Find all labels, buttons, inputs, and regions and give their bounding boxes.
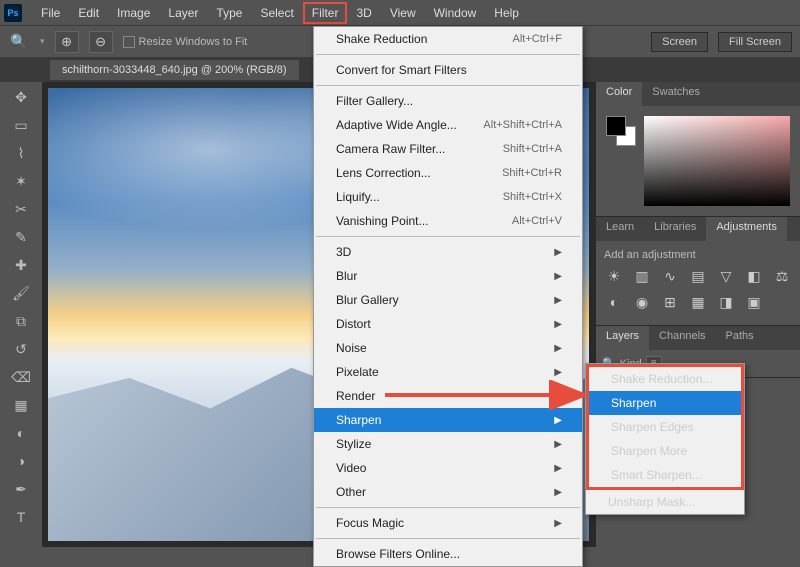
eraser-tool-icon[interactable]: ⌫ [8,366,34,388]
sharpen-more[interactable]: Sharpen More [589,439,741,463]
filter-other[interactable]: Other▶ [314,480,582,504]
sharpen-edges[interactable]: Sharpen Edges [589,415,741,439]
tab-color[interactable]: Color [596,82,642,106]
zoom-in-button[interactable]: ⊕ [55,31,79,53]
menu-layer[interactable]: Layer [159,2,207,24]
gradient-tool-icon[interactable]: ▦ [8,394,34,416]
menu-view[interactable]: View [381,2,425,24]
foreground-color-swatch[interactable] [606,116,626,136]
menu-help[interactable]: Help [485,2,528,24]
menu-type[interactable]: Type [207,2,251,24]
fg-bg-swatch[interactable] [606,116,636,146]
fill-screen-button[interactable]: Fill Screen [718,32,792,52]
hue-icon[interactable]: ◧ [744,267,764,285]
resize-windows-checkbox[interactable]: Resize Windows to Fit [123,36,248,48]
tab-adjustments[interactable]: Adjustments [706,217,787,241]
filter-camera-raw[interactable]: Camera Raw Filter...Shift+Ctrl+A [314,137,582,161]
tab-layers[interactable]: Layers [596,326,649,350]
menu-edit[interactable]: Edit [69,2,108,24]
zoom-out-button[interactable]: ⊖ [89,31,113,53]
posterize-icon[interactable]: ▣ [744,293,764,311]
toolbox: ✥ ▭ ⌇ ✶ ✂ ✎ ✚ 🖌 ⧉ ↺ ⌫ ▦ ◐ ◑ ✒ T [0,82,42,547]
menu-file[interactable]: File [32,2,69,24]
marquee-tool-icon[interactable]: ▭ [8,114,34,136]
bw-icon[interactable]: ◐ [604,293,624,311]
menu-3d[interactable]: 3D [347,2,380,24]
levels-icon[interactable]: ▥ [632,267,652,285]
photo-filter-icon[interactable]: ◉ [632,293,652,311]
filter-liquify[interactable]: Liquify...Shift+Ctrl+X [314,185,582,209]
filter-gallery[interactable]: Filter Gallery... [314,89,582,113]
eyedropper-tool-icon[interactable]: ✎ [8,226,34,248]
menubar: Ps File Edit Image Layer Type Select Fil… [0,0,800,26]
filter-pixelate[interactable]: Pixelate▶ [314,360,582,384]
quick-select-tool-icon[interactable]: ✶ [8,170,34,192]
filter-blur[interactable]: Blur▶ [314,264,582,288]
filter-render[interactable]: Render▶ [314,384,582,408]
pen-tool-icon[interactable]: ✒ [8,478,34,500]
filter-noise[interactable]: Noise▶ [314,336,582,360]
sharpen-shake-reduction[interactable]: Shake Reduction... [589,367,741,391]
adjustments-panel: Learn Libraries Adjustments Add an adjus… [596,217,800,326]
menu-filter[interactable]: Filter [303,2,348,24]
color-balance-icon[interactable]: ⚖ [772,267,792,285]
history-brush-icon[interactable]: ↺ [8,338,34,360]
sharpen-smart[interactable]: Smart Sharpen... [589,463,741,487]
filter-3d[interactable]: 3D▶ [314,240,582,264]
tab-libraries[interactable]: Libraries [644,217,706,241]
menu-image[interactable]: Image [108,2,159,24]
sharpen-submenu: Shake Reduction... Sharpen Sharpen Edges… [585,363,745,515]
vibrance-icon[interactable]: ▽ [716,267,736,285]
invert-icon[interactable]: ◨ [716,293,736,311]
app-logo: Ps [4,4,22,22]
filter-adaptive[interactable]: Adaptive Wide Angle...Alt+Shift+Ctrl+A [314,113,582,137]
filter-last[interactable]: Shake ReductionAlt+Ctrl+F [314,27,582,51]
tab-paths[interactable]: Paths [716,326,764,350]
filter-browse-online[interactable]: Browse Filters Online... [314,542,582,566]
menu-select[interactable]: Select [251,2,302,24]
curves-icon[interactable]: ∿ [660,267,680,285]
tab-swatches[interactable]: Swatches [642,82,710,106]
filter-lens[interactable]: Lens Correction...Shift+Ctrl+R [314,161,582,185]
filter-stylize[interactable]: Stylize▶ [314,432,582,456]
document-tab[interactable]: schilthorn-3033448_640.jpg @ 200% (RGB/8… [50,60,299,80]
channel-mixer-icon[interactable]: ⊞ [660,293,680,311]
blur-tool-icon[interactable]: ◐ [8,422,34,444]
zoom-tool-icon: 🔍 [8,31,30,53]
filter-vanish[interactable]: Vanishing Point...Alt+Ctrl+V [314,209,582,233]
stamp-tool-icon[interactable]: ⧉ [8,310,34,332]
heal-tool-icon[interactable]: ✚ [8,254,34,276]
crop-tool-icon[interactable]: ✂ [8,198,34,220]
add-adjustment-label: Add an adjustment [604,249,792,261]
color-panel: Color Swatches [596,82,800,217]
type-tool-icon[interactable]: T [8,506,34,528]
tab-learn[interactable]: Learn [596,217,644,241]
move-tool-icon[interactable]: ✥ [8,86,34,108]
filter-dropdown: Shake ReductionAlt+Ctrl+F Convert for Sm… [313,26,583,567]
color-picker[interactable] [644,116,790,206]
dodge-tool-icon[interactable]: ◑ [8,450,34,472]
exposure-icon[interactable]: ▤ [688,267,708,285]
filter-video[interactable]: Video▶ [314,456,582,480]
tab-channels[interactable]: Channels [649,326,715,350]
filter-sharpen[interactable]: Sharpen▶ [314,408,582,432]
screen-button[interactable]: Screen [651,32,708,52]
lookup-icon[interactable]: ▦ [688,293,708,311]
sharpen-sharpen[interactable]: Sharpen [589,391,741,415]
lasso-tool-icon[interactable]: ⌇ [8,142,34,164]
sharpen-unsharp-mask[interactable]: Unsharp Mask... [586,490,744,514]
chevron-down-icon: ▾ [40,36,45,47]
resize-windows-label: Resize Windows to Fit [139,36,248,48]
filter-distort[interactable]: Distort▶ [314,312,582,336]
filter-convert-smart[interactable]: Convert for Smart Filters [314,58,582,82]
filter-focus-magic[interactable]: Focus Magic▶ [314,511,582,535]
menu-window[interactable]: Window [425,2,486,24]
brightness-icon[interactable]: ☀ [604,267,624,285]
checkbox-icon [123,36,135,48]
filter-blur-gallery[interactable]: Blur Gallery▶ [314,288,582,312]
brush-tool-icon[interactable]: 🖌 [8,282,34,304]
